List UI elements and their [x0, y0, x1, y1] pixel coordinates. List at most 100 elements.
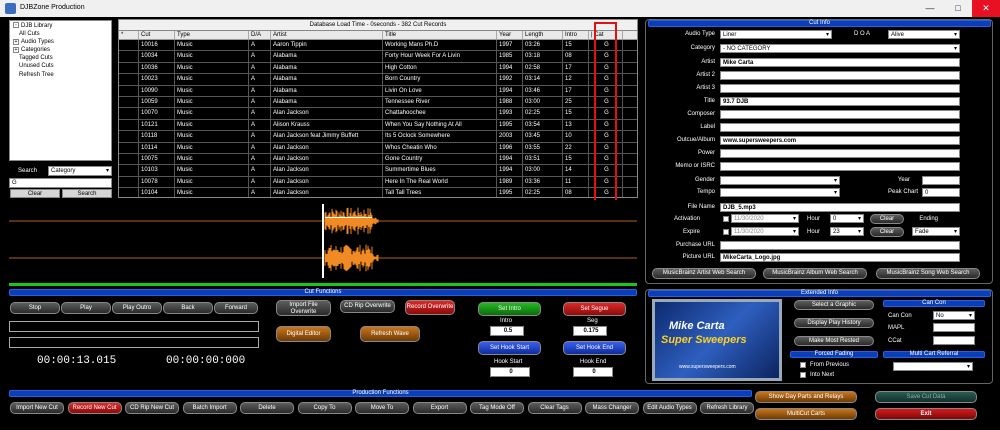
musicbrainz-song-button[interactable]: MusicBrainz Song Web Search	[876, 268, 980, 279]
exit-button[interactable]: Exit	[875, 408, 977, 420]
table-row[interactable]: 10070 Music A Alan Jackson Chattahoochee 1993…	[119, 108, 637, 120]
position-bar[interactable]	[9, 283, 637, 286]
column-header[interactable]: Year	[497, 31, 523, 39]
production-button[interactable]: Delete	[240, 402, 294, 414]
production-button[interactable]: CD Rip New Cut	[125, 402, 179, 414]
hook-end-value[interactable]: 0	[573, 367, 613, 377]
column-header[interactable]: Length	[523, 31, 563, 39]
from-previous-checkbox[interactable]	[800, 362, 806, 368]
column-header[interactable]: Artist	[271, 31, 383, 39]
multicut-carts-button[interactable]: MultiCut Carts	[755, 408, 857, 420]
expire-date[interactable]: 11/30/2020	[731, 227, 799, 236]
library-tree[interactable]: - DJB Library All Cuts + Audio Types + Categor…	[9, 20, 112, 161]
column-header[interactable]: Intro	[563, 31, 589, 39]
table-row[interactable]: 10016 Music A Aaron Tippin Working Mans Ph.D…	[119, 40, 637, 52]
gender-select[interactable]	[720, 176, 840, 185]
table-row[interactable]: 10090 Music A Alabama Livin On Love 1994 03:46…	[119, 85, 637, 97]
set-intro-button[interactable]: Set Intro	[478, 302, 541, 316]
set-segue-button[interactable]: Set Segue	[563, 302, 626, 316]
production-button[interactable]: Refresh Library	[700, 402, 754, 414]
play-outro-button[interactable]: Play Outro	[112, 302, 162, 314]
clear-button[interactable]: Clear	[10, 189, 60, 198]
import-overwrite-button[interactable]: Import File Overwrite	[276, 300, 331, 316]
mapl-field[interactable]	[933, 323, 975, 332]
expire-clear-button[interactable]: Clear	[870, 227, 904, 237]
tempo-select[interactable]	[720, 188, 840, 197]
year-field[interactable]	[922, 176, 960, 185]
search-button[interactable]: Search	[62, 189, 112, 198]
back-button[interactable]: Back	[163, 302, 213, 314]
production-button[interactable]: Record New Cut	[67, 402, 122, 414]
stop-button[interactable]: Stop	[10, 302, 60, 314]
expire-checkbox[interactable]	[723, 229, 729, 235]
tree-item[interactable]: Tagged Cuts	[13, 54, 108, 62]
tree-item[interactable]: All Cuts	[13, 30, 108, 38]
power-field[interactable]	[720, 149, 960, 158]
column-header[interactable]: *	[119, 31, 139, 39]
activation-clear-button[interactable]: Clear	[870, 214, 904, 224]
table-row[interactable]: 10103 Music A Alan Jackson Summertime Blues 1…	[119, 165, 637, 177]
table-row[interactable]: 10059 Music A Alabama Tennessee River 1988 03:…	[119, 96, 637, 109]
table-row[interactable]: 10114 Music A Alan Jackson Whos Cheatin Who 1…	[119, 142, 637, 154]
cd-rip-overwrite-button[interactable]: CD Rip Overwrite	[340, 300, 395, 313]
maximize-button[interactable]: □	[944, 0, 972, 17]
waveform-display[interactable]	[9, 200, 637, 282]
column-header[interactable]: Cut	[139, 31, 175, 39]
category-select[interactable]: - NO CATEGORY	[720, 44, 960, 53]
tree-expander-icon[interactable]: +	[13, 38, 19, 45]
table-body[interactable]: 10016 Music A Aaron Tippin Working Mans Ph.D…	[119, 40, 637, 197]
hook-start-value[interactable]: 0	[490, 367, 530, 377]
select-graphic-button[interactable]: Select a Graphic	[794, 300, 874, 310]
play-button[interactable]: Play	[61, 302, 111, 314]
title-field[interactable]: 93.7 DJB	[720, 97, 960, 106]
tree-item[interactable]: + Categories	[13, 46, 108, 54]
search-field-select[interactable]: Category	[48, 166, 112, 176]
column-header[interactable]: D/A	[249, 31, 271, 39]
composer-field[interactable]	[720, 110, 960, 119]
production-button[interactable]: Import New Cut	[10, 402, 64, 414]
show-day-parts-button[interactable]: Show Day Parts and Relays	[755, 391, 857, 403]
table-row[interactable]: 10034 Music A Alabama Forty Hour Week For A …	[119, 51, 637, 63]
cut-picture[interactable]: Mike Carta Super Sweepers www.supersweep…	[652, 299, 782, 381]
purchase-url-field[interactable]	[720, 241, 960, 250]
cuts-table[interactable]: Database Load Time - 0seconds - 382 Cut …	[118, 19, 638, 198]
activation-checkbox[interactable]	[723, 216, 729, 222]
column-header[interactable]: Title	[383, 31, 497, 39]
production-button[interactable]: Copy To	[297, 402, 352, 414]
ending-select[interactable]: Fade	[912, 227, 960, 236]
can-con-select[interactable]: No	[933, 311, 975, 320]
table-row[interactable]: 10075 Music A Alan Jackson Gone Country 1994 0…	[119, 153, 637, 166]
outcue-field[interactable]: www.supersweepers.com	[720, 136, 960, 145]
into-next-checkbox[interactable]	[800, 372, 806, 378]
tree-item[interactable]: Refresh Tree	[13, 71, 108, 79]
search-input[interactable]: G	[9, 178, 112, 188]
save-cut-data-button[interactable]: Save Cut Data	[875, 391, 977, 403]
artist-field[interactable]: Mike Carta	[720, 58, 960, 67]
production-button[interactable]: Tag Mode Off	[470, 402, 524, 414]
table-row[interactable]: 10078 Music A Alan Jackson Here In The Real …	[119, 176, 637, 189]
play-history-button[interactable]: Display Play History	[794, 318, 874, 328]
ccat-field[interactable]	[933, 336, 975, 345]
digital-editor-button[interactable]: Digital Editor	[276, 326, 331, 342]
tree-expander-icon[interactable]: -	[13, 22, 19, 29]
production-button[interactable]: Clear Tags	[527, 402, 582, 414]
tree-item[interactable]: + Audio Types	[13, 38, 108, 46]
activation-date[interactable]: 11/30/2020	[731, 214, 799, 223]
doa-select[interactable]: Alive	[888, 30, 960, 39]
record-overwrite-button[interactable]: Record Overwrite	[405, 300, 455, 315]
musicbrainz-album-button[interactable]: MusicBrainz Album Web Search	[763, 268, 867, 279]
production-button[interactable]: Mass Changer	[585, 402, 639, 414]
table-row[interactable]: 10104 Music A Alan Jackson Tall Tall Trees 19…	[119, 188, 637, 197]
multi-cart-select[interactable]	[893, 362, 973, 371]
production-button[interactable]: Batch Import	[182, 402, 237, 414]
musicbrainz-artist-button[interactable]: MusicBrainz Artist Web Search	[652, 268, 756, 279]
activation-hour-select[interactable]: 0	[830, 214, 864, 223]
picture-url-field[interactable]: MikeCarta_Logo.jpg	[720, 253, 960, 262]
peak-chart-field[interactable]: 0	[922, 188, 960, 197]
refresh-wave-button[interactable]: Refresh Wave	[360, 326, 420, 342]
production-button[interactable]: Edit Audio Types	[642, 402, 697, 414]
table-row[interactable]: 10118 Music A Alan Jackson feat Jimmy Buffe…	[119, 131, 637, 143]
seg-value[interactable]: 0.175	[573, 326, 607, 336]
file-name-field[interactable]: DJB_5.mp3	[720, 203, 960, 212]
minimize-button[interactable]: —	[916, 0, 944, 17]
